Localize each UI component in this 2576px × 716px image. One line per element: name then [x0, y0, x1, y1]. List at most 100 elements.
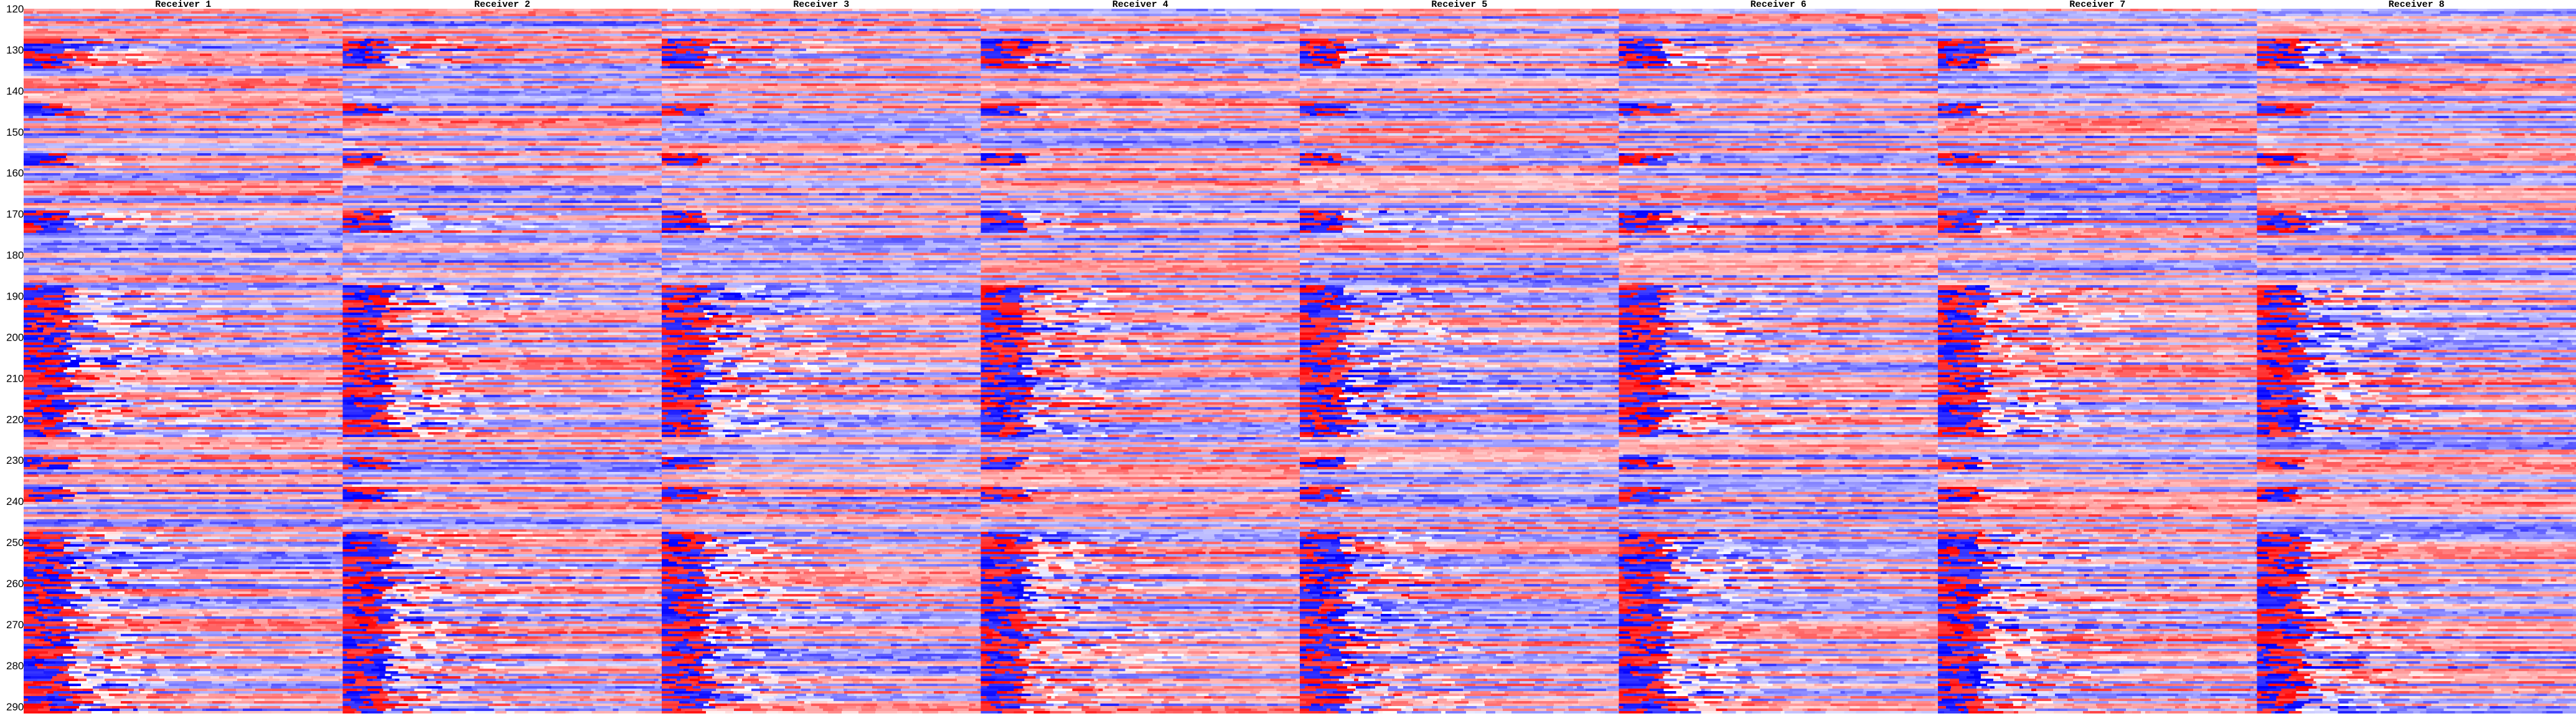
trace-cell [125, 19, 131, 21]
trace-cell [225, 113, 240, 116]
trace-cell [187, 49, 197, 51]
trace-cell [254, 240, 263, 243]
trace-cell [228, 280, 242, 283]
trace-cell [196, 243, 217, 245]
trace-cell [205, 300, 212, 303]
trace-cell [260, 96, 264, 98]
trace-cell [308, 78, 317, 81]
trace-cell [110, 228, 123, 230]
trace-cell [340, 310, 343, 313]
trace-cell [154, 141, 159, 143]
trace-cell [40, 265, 62, 268]
trace-cell [337, 250, 343, 253]
trace-cell [24, 51, 35, 54]
trace-cell [108, 357, 111, 360]
trace-cell [196, 108, 207, 111]
trace-cell [77, 327, 98, 330]
trace-cell [84, 390, 95, 392]
trace-cell [332, 278, 343, 280]
trace-cell [184, 83, 192, 86]
trace-cell [65, 290, 75, 293]
trace-cell [77, 31, 95, 34]
trace-cell [192, 362, 207, 365]
trace-cell [334, 407, 343, 410]
trace-cell [96, 46, 102, 49]
trace-cell [136, 375, 144, 377]
trace-cell [218, 362, 239, 365]
trace-cell [255, 191, 270, 193]
trace-cell [24, 49, 43, 51]
trace-cell [311, 397, 321, 400]
trace-cell [163, 350, 167, 352]
trace-cell [255, 263, 276, 265]
trace-cell [341, 273, 343, 275]
trace-cell [250, 168, 263, 171]
trace-cell [272, 118, 276, 121]
trace-cell [260, 415, 275, 417]
trace-cell [261, 290, 279, 293]
trace-cell [237, 372, 248, 375]
trace-cell [286, 44, 301, 46]
trace-cell [210, 240, 224, 243]
trace-cell [247, 313, 264, 315]
trace-cell [116, 397, 133, 400]
trace-cell [103, 432, 115, 435]
trace-cell [24, 151, 43, 153]
trace-cell [232, 208, 254, 210]
trace-cell [139, 203, 161, 205]
trace-cell [244, 178, 265, 181]
trace-cell [128, 407, 148, 410]
trace-cell [57, 24, 75, 26]
trace-cell [264, 412, 271, 415]
trace-cell [100, 260, 111, 263]
trace-cell [201, 250, 212, 253]
trace-cell [219, 412, 227, 415]
trace-cell [328, 410, 343, 412]
trace-cell [242, 188, 260, 191]
trace-cell [56, 93, 77, 96]
trace-cell [218, 360, 224, 362]
trace-cell [49, 382, 62, 385]
trace-cell [24, 263, 45, 265]
trace-cell [38, 203, 57, 205]
trace-cell [148, 178, 163, 181]
trace-cell [338, 327, 343, 330]
trace-cell [59, 345, 72, 347]
trace-cell [124, 153, 131, 156]
trace-cell [61, 340, 67, 342]
trace-cell [230, 392, 252, 395]
trace-cell [168, 283, 187, 285]
trace-cell [109, 345, 129, 347]
trace-cell [233, 405, 243, 407]
trace-cell [111, 313, 132, 315]
trace-cell [235, 243, 250, 245]
trace-cell [80, 156, 87, 158]
trace-cell [111, 260, 119, 263]
trace-cell [211, 44, 216, 46]
trace-cell [24, 265, 40, 268]
trace-cell [113, 49, 128, 51]
trace-cell [97, 113, 106, 116]
trace-cell [88, 298, 95, 300]
trace-cell [51, 313, 59, 315]
trace-cell [300, 347, 318, 350]
trace-cell [286, 156, 297, 158]
trace-cell [275, 81, 289, 83]
trace-cell [126, 365, 136, 367]
trace-cell [212, 400, 231, 402]
trace-cell [133, 203, 139, 205]
trace-cell [100, 133, 121, 136]
trace-cell [227, 288, 248, 290]
trace-cell [133, 402, 141, 405]
trace-cell [27, 146, 48, 148]
trace-cell [251, 303, 271, 305]
trace-cell [24, 146, 27, 148]
trace-cell [34, 131, 54, 133]
trace-cell [44, 308, 64, 310]
trace-cell [301, 407, 309, 410]
trace-cell [212, 260, 220, 263]
trace-cell [45, 263, 55, 265]
trace-cell [166, 250, 184, 253]
trace-cell [144, 218, 151, 220]
trace-cell [150, 98, 154, 101]
